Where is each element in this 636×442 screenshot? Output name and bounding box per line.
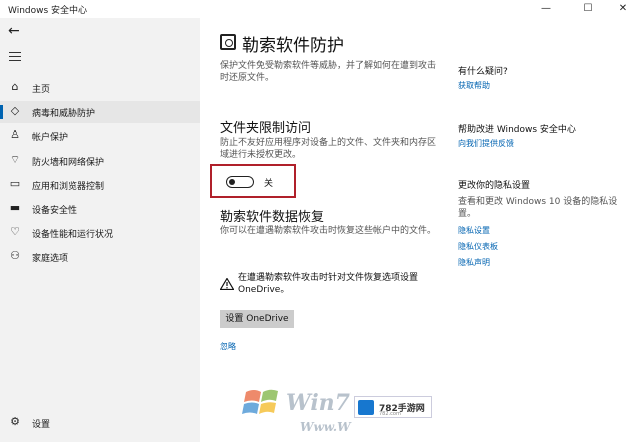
- main-content: 勒索软件防护 保护文件免受勒索软件等威胁，并了解如何在遭到攻击时还原文件。 文件…: [200, 18, 636, 442]
- sidebar-item-device-performance[interactable]: ♡ 设备性能和运行状况: [0, 222, 200, 244]
- page-description: 保护文件免受勒索软件等威胁，并了解如何在遭到攻击时还原文件。: [220, 61, 437, 83]
- back-arrow-icon[interactable]: ←: [8, 23, 20, 39]
- setup-onedrive-button[interactable]: 设置 OneDrive: [220, 310, 294, 328]
- family-icon: ⚇: [10, 249, 20, 262]
- privacy-settings-link[interactable]: 隐私设置: [458, 225, 490, 236]
- ransomware-protection-icon: [220, 34, 236, 50]
- privacy-description: 查看和更改 Windows 10 设备的隐私设置。: [458, 197, 618, 219]
- maximize-button[interactable]: ☐: [570, 0, 606, 18]
- site-badge: 782手游网 782.com: [354, 396, 432, 418]
- warning-icon: [220, 278, 234, 290]
- sidebar-item-app-browser-control[interactable]: ▭ 应用和浏览器控制: [0, 174, 200, 196]
- close-button[interactable]: ✕: [605, 0, 636, 18]
- sidebar-item-label: 设备性能和运行状况: [32, 230, 114, 240]
- recovery-description: 你可以在遭遇勒索软件攻击时恢复这些帐户中的文件。: [220, 226, 437, 236]
- sidebar-item-label: 设置: [32, 420, 51, 430]
- sidebar-item-label: 防火墙和网络保护: [32, 158, 105, 168]
- feedback-link[interactable]: 向我们提供反馈: [458, 138, 514, 149]
- sidebar-item-label: 设备安全性: [32, 206, 78, 216]
- minimize-button[interactable]: —: [528, 0, 564, 18]
- watermark-text: Win7: [286, 390, 350, 416]
- page-title: 勒索软件防护: [242, 36, 344, 56]
- sidebar-item-label: 应用和浏览器控制: [32, 182, 105, 192]
- watermark-url: Www.W: [300, 420, 351, 434]
- cfa-toggle-state: 关: [264, 179, 274, 189]
- window-title: Windows 安全中心: [8, 6, 88, 16]
- home-icon: ⌂: [11, 80, 19, 93]
- improve-heading: 帮助改进 Windows 安全中心: [458, 125, 576, 135]
- cfa-heading: 文件夹限制访问: [220, 121, 312, 136]
- privacy-statement-link[interactable]: 隐私声明: [458, 257, 490, 268]
- toggle-knob: [229, 178, 235, 185]
- questions-heading: 有什么疑问?: [458, 67, 508, 77]
- sidebar-item-settings[interactable]: ⚙ 设置: [0, 412, 200, 434]
- person-icon: ♙: [10, 128, 20, 141]
- gear-icon: ⚙: [10, 415, 20, 428]
- hamburger-menu-icon[interactable]: [9, 52, 21, 64]
- sidebar-item-home[interactable]: ⌂ 主页: [0, 77, 200, 99]
- sidebar-item-account-protection[interactable]: ♙ 帐户保护: [0, 125, 200, 147]
- cfa-toggle[interactable]: [226, 176, 254, 188]
- device-icon: ▬: [9, 201, 21, 214]
- title-bar: Windows 安全中心 — ☐ ✕: [0, 0, 636, 18]
- antenna-icon: ⌔: [9, 153, 21, 166]
- privacy-heading: 更改你的隐私设置: [458, 181, 531, 191]
- sidebar-item-family-options[interactable]: ⚇ 家庭选项: [0, 246, 200, 268]
- dismiss-link[interactable]: 忽略: [220, 341, 236, 352]
- shield-icon: ◇: [10, 104, 20, 117]
- heart-icon: ♡: [10, 225, 20, 238]
- sidebar-item-device-security[interactable]: ▬ 设备安全性: [0, 198, 200, 220]
- get-help-link[interactable]: 获取帮助: [458, 80, 490, 91]
- cfa-description: 防止不友好应用程序对设备上的文件、文件夹和内存区域进行未授权更改。: [220, 138, 437, 160]
- windows-flag-watermark-icon: [242, 389, 278, 414]
- sidebar-item-label: 主页: [32, 85, 51, 95]
- site-logo-icon: [358, 400, 374, 415]
- window-icon: ▭: [9, 177, 21, 190]
- sidebar-item-label: 帐户保护: [32, 133, 69, 143]
- recovery-heading: 勒索软件数据恢复: [220, 210, 325, 225]
- privacy-dashboard-link[interactable]: 隐私仪表板: [458, 241, 498, 252]
- sidebar-item-firewall[interactable]: ⌔ 防火墙和网络保护: [0, 150, 200, 172]
- site-badge-subtext: 782.com: [379, 411, 401, 417]
- active-indicator: [0, 105, 3, 119]
- sidebar-item-label: 病毒和威胁防护: [32, 109, 96, 119]
- onedrive-warning-text: 在遭遇勒索软件攻击时针对文件恢复选项设置 OneDrive。: [238, 273, 419, 295]
- sidebar-item-virus-protection[interactable]: ◇ 病毒和威胁防护: [0, 101, 200, 123]
- sidebar-item-label: 家庭选项: [32, 254, 69, 264]
- sidebar: ← ⌂ 主页 ◇ 病毒和威胁防护 ♙ 帐户保护 ⌔ 防火墙和网络保护 ▭ 应用和…: [0, 18, 200, 442]
